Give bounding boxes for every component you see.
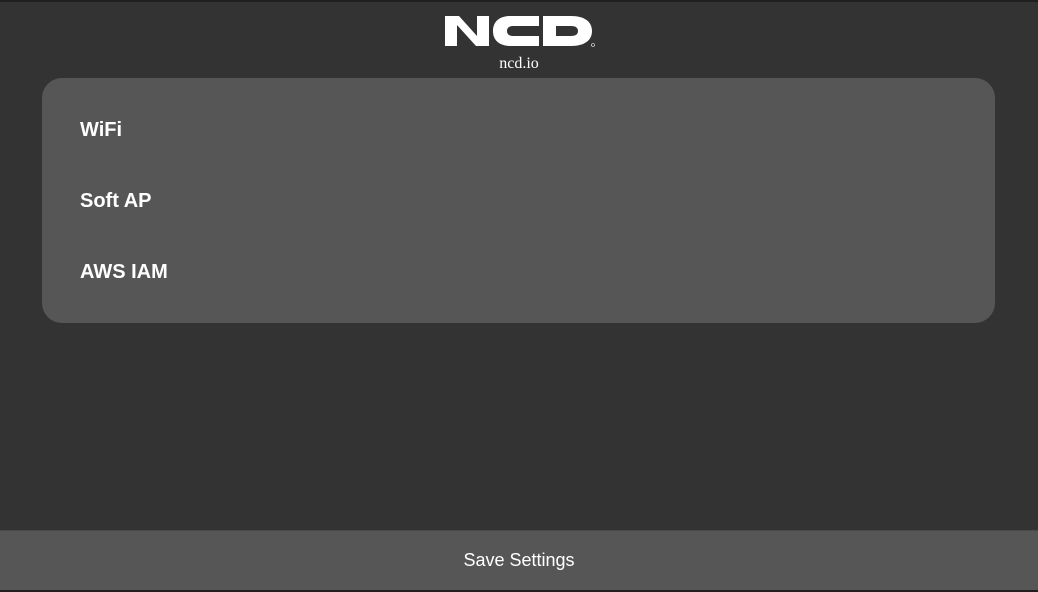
page-header: ncd.io (0, 2, 1038, 78)
app-window: ncd.io WiFi Soft AP AWS IAM Save Setting… (0, 0, 1038, 592)
menu-item-soft-ap[interactable]: Soft AP (80, 188, 151, 214)
save-settings-button[interactable]: Save Settings (0, 530, 1038, 592)
site-link[interactable]: ncd.io (0, 54, 1038, 74)
ncd-logo-icon (443, 12, 595, 50)
settings-menu-panel: WiFi Soft AP AWS IAM (42, 78, 995, 323)
menu-item-aws-iam[interactable]: AWS IAM (80, 259, 168, 285)
menu-item-wifi[interactable]: WiFi (80, 117, 122, 143)
